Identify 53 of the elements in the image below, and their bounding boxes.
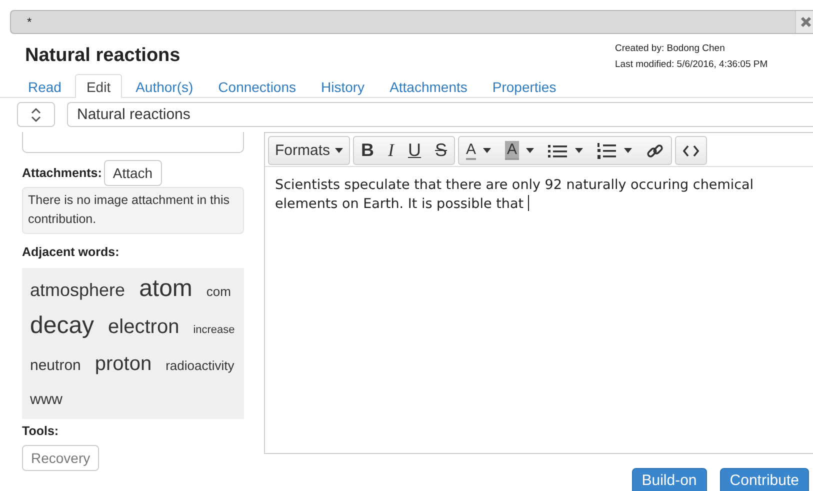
sort-button[interactable] [17,102,55,127]
cloud-word: decay [30,311,94,341]
up-down-icon [30,106,42,122]
cloud-word: atom [139,274,192,304]
bold-button[interactable]: B [354,137,382,164]
tools-label: Tools: [22,424,60,438]
tab[interactable]: Connections [207,74,307,98]
last-modified: Last modified: 5/6/2016, 4:36:05 PM [615,58,769,72]
tab[interactable]: Edit [75,74,122,98]
recovery-button[interactable]: Recovery [22,445,100,471]
editor-text: Scientists speculate that there are only 92 naturally occuring chemical elements on Earth. It is possible that [275,176,755,214]
cloud-word: atmosphere [30,279,126,302]
tab[interactable]: History [310,74,376,98]
text-field[interactable] [22,132,244,153]
cloud-word: radioactivity [166,357,234,375]
attachments-label: Attachments: [22,166,102,180]
caret-icon [335,148,344,153]
link-icon [646,142,664,160]
close-button[interactable] [795,11,813,33]
tab[interactable]: Read [17,74,72,98]
cloud-word: www [30,390,62,410]
attachment-note: There is no image attachment in this contribution. [22,187,244,234]
underline-button[interactable]: U [401,137,428,164]
action-button[interactable]: Contribute [720,468,809,491]
caret-icon [624,148,632,153]
tab[interactable]: Properties [481,74,568,98]
cloud-word: proton [94,352,152,377]
created-by: Created by: Bodong Chen [615,42,726,56]
code-icon [683,144,700,156]
caret-icon [526,148,534,153]
page-title: Natural reactions [25,45,180,68]
italic-button[interactable]: I [381,137,402,164]
window-title: * [26,15,32,29]
close-icon [800,16,812,28]
strikethrough-button[interactable]: S [428,137,454,164]
caret-icon [483,148,492,153]
title-field[interactable]: Natural reactions [67,102,813,127]
highlight-color-button[interactable]: A [498,137,542,164]
cloud-word: com [206,283,231,301]
numbered-list-icon [597,142,618,160]
cloud-word: neutron [30,356,81,376]
cloud-word: electron [108,315,180,340]
attach-button[interactable]: Attach [104,160,162,186]
action-button[interactable]: Build-on [632,468,707,491]
text-cursor [528,195,529,211]
caret-icon [575,148,584,153]
tab[interactable]: Author(s) [124,74,204,98]
tab[interactable]: Attachments [378,74,478,98]
text-color-button[interactable]: A [459,137,498,164]
adjacent-words-label: Adjacent words: [22,245,120,259]
bulleted-list-icon [548,142,568,158]
formats-dropdown[interactable]: Formats [268,136,350,165]
cloud-word: increase [193,323,235,338]
